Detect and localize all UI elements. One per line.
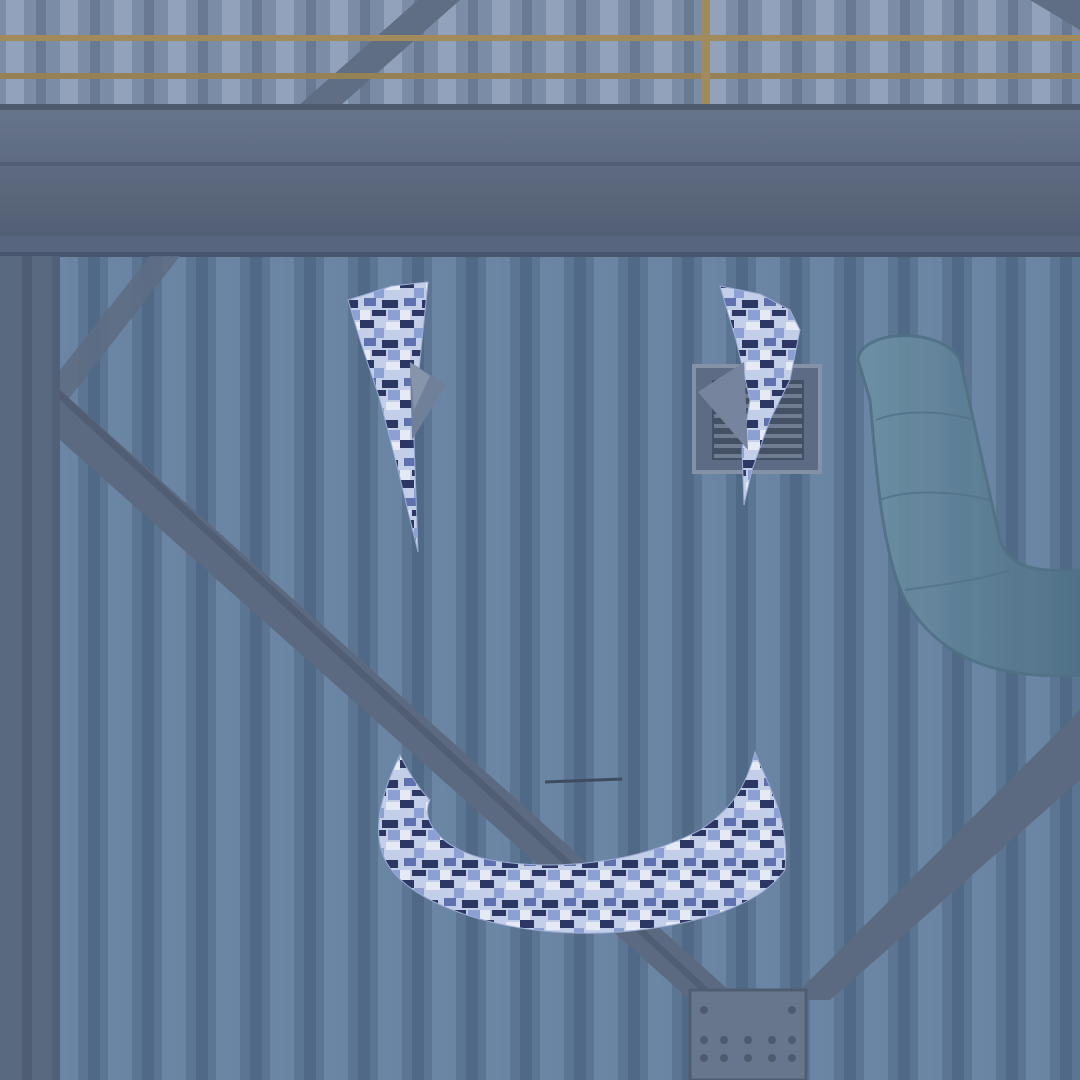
scene-canvas — [0, 0, 1080, 1080]
game-scene — [0, 0, 1080, 1080]
haze-overlay — [0, 0, 1080, 1080]
